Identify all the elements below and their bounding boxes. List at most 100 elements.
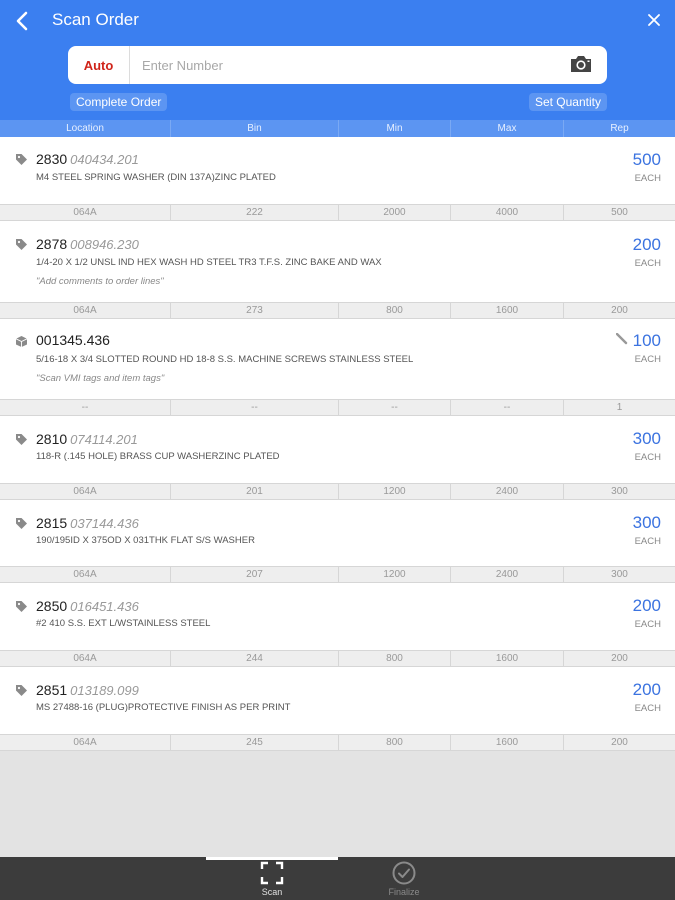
detail-max: 2400 xyxy=(451,484,564,499)
item-unit: EACH xyxy=(634,703,661,714)
order-line[interactable]: 2830 040434.201 M4 STEEL SPRING WASHER (D… xyxy=(0,137,675,221)
item-description: 190/195ID X 375OD X 031THK FLAT S/S WASH… xyxy=(36,535,255,546)
tag-icon xyxy=(16,518,27,529)
detail-location: 064A xyxy=(0,735,171,750)
detail-rep: 200 xyxy=(611,305,628,316)
item-description: MS 27488-16 (PLUG)PROTECTIVE FINISH AS P… xyxy=(36,702,291,713)
auto-mode-button[interactable]: Auto xyxy=(68,46,130,84)
detail-max: -- xyxy=(451,400,564,415)
item-detail-row: 064A 273 800 1600 200 xyxy=(0,302,675,319)
column-rep: Rep xyxy=(610,123,629,134)
item-description: 1/4-20 X 1/2 UNSL IND HEX WASH HD STEEL … xyxy=(36,257,382,268)
item-number: 2810 074114.201 xyxy=(36,431,138,447)
item-sku: 040434.201 xyxy=(70,152,139,167)
detail-max: 1600 xyxy=(451,651,564,666)
item-detail-row: 064A 201 1200 2400 300 xyxy=(0,483,675,500)
tag-icon xyxy=(16,685,27,696)
item-description: M4 STEEL SPRING WASHER (DIN 137A)ZINC PL… xyxy=(36,172,276,183)
detail-min: 2000 xyxy=(339,205,451,220)
detail-location: 064A xyxy=(0,484,171,499)
item-description: 5/16-18 X 3/4 SLOTTED ROUND HD 18-8 S.S.… xyxy=(36,354,414,365)
item-comment: "Scan VMI tags and item tags" xyxy=(36,373,165,384)
item-unit: EACH xyxy=(634,354,661,365)
item-unit: EACH xyxy=(634,173,661,184)
order-line[interactable]: 2878 008946.230 1/4-20 X 1/2 UNSL IND HEX… xyxy=(0,221,675,319)
search-box: Auto xyxy=(68,46,607,84)
camera-icon[interactable] xyxy=(569,54,595,76)
tag-icon xyxy=(16,239,27,250)
order-line[interactable]: 2851 013189.099 MS 27488-16 (PLUG)PROTECT… xyxy=(0,667,675,751)
detail-min: 1200 xyxy=(339,567,451,582)
item-quantity[interactable]: 200 xyxy=(633,235,661,255)
item-quantity[interactable]: 200 xyxy=(633,596,661,616)
detail-rep: 300 xyxy=(611,569,628,580)
tab-scan[interactable]: Scan xyxy=(237,861,307,899)
detail-location: 064A xyxy=(0,303,171,318)
item-quantity[interactable]: 300 xyxy=(633,429,661,449)
tag-icon xyxy=(16,154,27,165)
item-quantity[interactable]: 200 xyxy=(633,680,661,700)
order-line[interactable]: 2850 016451.436 #2 410 S.S. EXT L/WSTAINL… xyxy=(0,583,675,667)
item-detail-row: 064A 222 2000 4000 500 xyxy=(0,204,675,221)
item-unit: EACH xyxy=(634,452,661,463)
detail-max: 1600 xyxy=(451,735,564,750)
item-sku: 016451.436 xyxy=(70,599,139,614)
item-number: 2830 040434.201 xyxy=(36,151,139,167)
app-header: Scan Order Auto Complete Order Set Quant… xyxy=(0,0,675,120)
check-circle-icon xyxy=(392,861,416,885)
detail-min: -- xyxy=(339,400,451,415)
scan-frame-icon xyxy=(260,861,284,885)
column-bin: Bin xyxy=(171,120,339,137)
detail-location: 064A xyxy=(0,651,171,666)
tab-finalize-label: Finalize xyxy=(388,887,420,897)
item-number: 2850 016451.436 xyxy=(36,598,139,614)
detail-min: 800 xyxy=(339,651,451,666)
column-min: Min xyxy=(339,120,451,137)
item-quantity[interactable]: 100 xyxy=(633,331,661,351)
detail-bin: 222 xyxy=(171,205,339,220)
item-unit: EACH xyxy=(634,536,661,547)
tag-icon xyxy=(16,601,27,612)
complete-order-button[interactable]: Complete Order xyxy=(70,93,168,111)
item-quantity[interactable]: 300 xyxy=(633,513,661,533)
order-lines-list: 2830 040434.201 M4 STEEL SPRING WASHER (D… xyxy=(0,137,675,751)
item-number: 2878 008946.230 xyxy=(36,236,139,252)
order-line[interactable]: 2815 037144.436 190/195ID X 375OD X 031TH… xyxy=(0,500,675,583)
tab-scan-label: Scan xyxy=(261,887,283,897)
close-icon[interactable] xyxy=(643,9,665,31)
detail-rep: 1 xyxy=(616,402,623,413)
order-line[interactable]: 2810 074114.201 118-R (.145 HOLE) BRASS C… xyxy=(0,416,675,500)
set-quantity-button[interactable]: Set Quantity xyxy=(528,93,607,111)
item-sku: 037144.436 xyxy=(70,516,139,531)
pencil-icon xyxy=(616,333,628,345)
detail-max: 1600 xyxy=(451,303,564,318)
detail-min: 1200 xyxy=(339,484,451,499)
chevron-left-icon[interactable] xyxy=(10,8,34,34)
detail-location: 064A xyxy=(0,205,171,220)
number-input[interactable] xyxy=(142,52,552,78)
active-tab-indicator xyxy=(206,857,338,860)
auto-mode-label: Auto xyxy=(83,57,114,73)
detail-bin: 201 xyxy=(171,484,339,499)
item-detail-row: -- -- -- -- 1 xyxy=(0,399,675,416)
page-title: Scan Order xyxy=(52,10,139,29)
detail-max: 4000 xyxy=(451,205,564,220)
item-quantity[interactable]: 500 xyxy=(633,150,661,170)
tab-finalize[interactable]: Finalize xyxy=(369,861,439,899)
item-sku: 008946.230 xyxy=(70,237,139,252)
item-detail-row: 064A 244 800 1600 200 xyxy=(0,650,675,667)
detail-min: 800 xyxy=(339,735,451,750)
item-sku: 013189.099 xyxy=(70,683,139,698)
item-detail-row: 064A 207 1200 2400 300 xyxy=(0,566,675,583)
order-line[interactable]: 001345.436 5/16-18 X 3/4 SLOTTED ROUND H… xyxy=(0,319,675,416)
item-detail-row: 064A 245 800 1600 200 xyxy=(0,734,675,751)
item-sku: 074114.201 xyxy=(70,432,138,447)
detail-bin: 244 xyxy=(171,651,339,666)
column-max: Max xyxy=(451,120,564,137)
detail-min: 800 xyxy=(339,303,451,318)
detail-bin: 273 xyxy=(171,303,339,318)
bottom-nav: Scan Finalize xyxy=(0,857,675,900)
detail-bin: 207 xyxy=(171,567,339,582)
detail-location: 064A xyxy=(0,567,171,582)
detail-rep: 500 xyxy=(611,207,628,218)
